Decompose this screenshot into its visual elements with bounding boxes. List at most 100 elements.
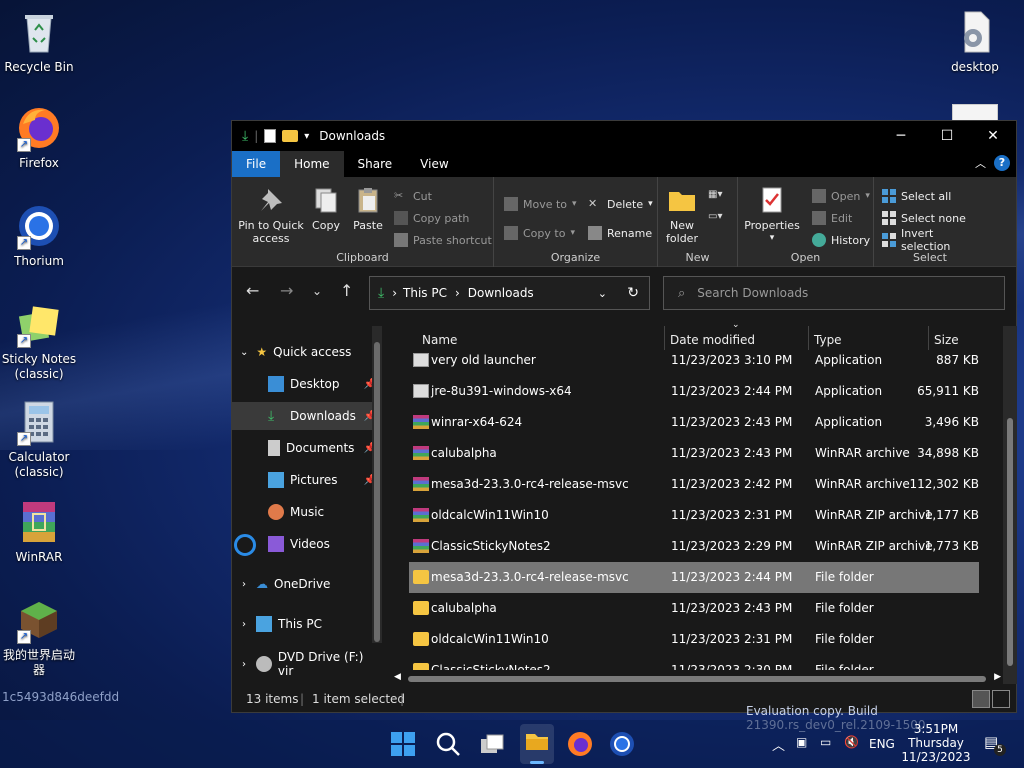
nav-item-pictures[interactable]: Pictures 📌 xyxy=(232,466,382,494)
tab-home[interactable]: Home xyxy=(280,151,344,177)
scrollbar-thumb[interactable] xyxy=(408,676,986,682)
search-icon[interactable] xyxy=(434,730,462,758)
nav-item-downloads[interactable]: ⤓ Downloads 📌 xyxy=(232,402,382,430)
clock[interactable]: 3:51PM Thursday 11/23/2023 xyxy=(900,722,972,764)
file-explorer-window[interactable]: ⤓ | ▾ Downloads ─ ☐ ✕ File Home Share Vi… xyxy=(231,120,1017,713)
move-to-button[interactable]: Move to ▾ xyxy=(504,195,577,213)
minimize-button[interactable]: ─ xyxy=(878,121,924,151)
nav-item-desktop[interactable]: Desktop 📌 xyxy=(232,370,382,398)
rename-button[interactable]: Rename xyxy=(588,224,652,242)
scroll-right-icon[interactable]: ▶ xyxy=(994,672,1001,682)
nav-quick-access[interactable]: ⌄ ★ Quick access xyxy=(232,338,382,366)
show-hidden-icons-chevron[interactable]: ︿ xyxy=(772,735,785,754)
pin-quick-access-button[interactable]: Pin to Quick access xyxy=(238,185,304,245)
desktop-icon-sticky-notes[interactable]: ↗ Sticky Notes (classic) xyxy=(1,300,77,382)
file-row[interactable]: mesa3d-23.3.0-rc4-release-msvc 11/23/2023… xyxy=(409,469,979,500)
file-list-scrollbar[interactable] xyxy=(1003,326,1017,684)
maximize-button[interactable]: ☐ xyxy=(924,121,970,151)
file-row[interactable]: calubalpha 11/23/2023 2:43 PM File folder xyxy=(409,593,979,624)
breadcrumb-this-pc[interactable]: This PC xyxy=(403,286,447,300)
nav-pane-scrollbar[interactable] xyxy=(372,326,382,643)
new-folder-icon[interactable] xyxy=(282,130,299,142)
delete-button[interactable]: ✕ Delete ▾ xyxy=(588,195,653,213)
desktop-icon-recycle-bin[interactable]: Recycle Bin xyxy=(1,8,77,75)
address-dropdown-icon[interactable]: ⌄ xyxy=(598,287,607,300)
desktop-icon-firefox[interactable]: ↗ Firefox xyxy=(1,104,77,171)
tab-view[interactable]: View xyxy=(406,151,462,177)
file-row[interactable]: very old launcher 11/23/2023 3:10 PM Appli… xyxy=(409,345,979,376)
desktop-icon-winrar[interactable]: WinRAR xyxy=(1,498,77,565)
camera-icon[interactable]: ▣ xyxy=(796,735,807,749)
cut-button[interactable]: ✂ Cut xyxy=(394,187,432,205)
horizontal-scrollbar[interactable]: ◀ ▶ xyxy=(392,670,1003,686)
select-none-button[interactable]: Select none xyxy=(882,209,966,227)
volume-muted-icon[interactable]: 🔇 xyxy=(844,735,859,749)
documents-icon xyxy=(268,440,280,456)
language-indicator[interactable]: ENG xyxy=(869,737,895,751)
nav-item-music[interactable]: Music xyxy=(232,498,382,526)
copy-to-icon xyxy=(504,226,518,240)
properties-button[interactable]: Properties ▾ xyxy=(744,185,800,245)
new-folder-button[interactable]: New folder xyxy=(662,185,702,245)
new-item-icon[interactable]: ▦▾ xyxy=(708,189,722,200)
file-row[interactable]: jre-8u391-windows-x64 11/23/2023 2:44 PM A… xyxy=(409,376,979,407)
tab-share[interactable]: Share xyxy=(344,151,407,177)
onedrive-desktop-icon[interactable] xyxy=(234,534,256,556)
firefox-taskbar-icon[interactable] xyxy=(566,730,594,758)
desktop-icon-calculator[interactable]: ↗ Calculator (classic) xyxy=(1,398,77,480)
scrollbar-thumb[interactable] xyxy=(1007,418,1013,666)
thorium-taskbar-icon[interactable] xyxy=(608,730,636,758)
download-arrow-icon[interactable]: ⤓ xyxy=(242,128,248,144)
forward-arrow-icon[interactable]: → xyxy=(280,281,293,300)
help-icon[interactable]: ? xyxy=(994,155,1010,171)
delete-x-icon: ✕ xyxy=(588,197,598,210)
easy-access-icon[interactable]: ▭▾ xyxy=(708,211,722,222)
invert-selection-button[interactable]: Invert selection xyxy=(882,227,986,253)
file-row[interactable]: winrar-x64-624 11/23/2023 2:43 PM Applicat… xyxy=(409,407,979,438)
file-size: 887 KB xyxy=(936,353,979,367)
recent-locations-chevron-icon[interactable]: ⌄ xyxy=(312,284,322,298)
file-row[interactable]: mesa3d-23.3.0-rc4-release-msvc 11/23/2023… xyxy=(409,562,979,593)
customize-dropdown-icon[interactable]: ▾ xyxy=(304,131,309,142)
scroll-left-icon[interactable]: ◀ xyxy=(394,672,401,682)
file-row[interactable]: oldcalcWin11Win10 11/23/2023 2:31 PM WinRA… xyxy=(409,500,979,531)
file-row[interactable]: ClassicStickyNotes2 11/23/2023 2:29 PM Win… xyxy=(409,531,979,562)
select-all-button[interactable]: Select all xyxy=(882,187,951,205)
up-arrow-icon[interactable]: ↑ xyxy=(340,281,353,300)
breadcrumb-downloads[interactable]: Downloads xyxy=(468,286,534,300)
edit-button[interactable]: Edit xyxy=(812,209,852,227)
task-view-icon[interactable] xyxy=(478,730,506,758)
paste-button[interactable]: Paste xyxy=(348,185,388,232)
close-button[interactable]: ✕ xyxy=(970,121,1016,151)
nav-dvd-drive[interactable]: › DVD Drive (F:) vir xyxy=(232,650,382,678)
paste-shortcut-button[interactable]: Paste shortcut xyxy=(394,231,492,249)
desktop-icon-minecraft-launcher[interactable]: ↗ 我的世界启动器 xyxy=(1,596,77,678)
desktop-icon-thorium[interactable]: ↗ Thorium xyxy=(1,202,77,269)
title-bar[interactable]: ⤓ | ▾ Downloads ─ ☐ ✕ xyxy=(232,121,1016,151)
file-explorer-taskbar-icon[interactable] xyxy=(520,724,554,764)
start-button[interactable] xyxy=(389,730,417,758)
address-bar[interactable]: ⤓ › This PC › Downloads ⌄ ↻ xyxy=(369,276,650,310)
desktop-icon-desktop-file[interactable]: desktop xyxy=(937,8,1013,75)
history-button[interactable]: History xyxy=(812,231,870,249)
tab-file[interactable]: File xyxy=(232,151,281,177)
copy-button[interactable]: Copy xyxy=(306,185,346,232)
nav-item-documents[interactable]: Documents 📌 xyxy=(232,434,382,462)
copy-to-button[interactable]: Copy to ▾ xyxy=(504,224,575,242)
nav-item-label: Desktop xyxy=(290,377,340,391)
nav-onedrive[interactable]: › ☁ OneDrive xyxy=(232,570,382,598)
copy-path-button[interactable]: Copy path xyxy=(394,209,469,227)
open-button[interactable]: Open ▾ xyxy=(812,187,870,205)
scrollbar-thumb[interactable] xyxy=(374,342,380,642)
refresh-icon[interactable]: ↻ xyxy=(627,285,639,301)
network-icon[interactable]: ▭ xyxy=(820,735,831,749)
selection-count: 1 item selected xyxy=(312,692,406,706)
properties-check-icon[interactable] xyxy=(264,129,277,143)
file-row[interactable]: calubalpha 11/23/2023 2:43 PM WinRAR archi… xyxy=(409,438,979,469)
minecraft-icon: ↗ xyxy=(15,596,63,644)
back-arrow-icon[interactable]: ← xyxy=(246,281,259,300)
file-row[interactable]: oldcalcWin11Win10 11/23/2023 2:31 PM File … xyxy=(409,624,979,655)
collapse-ribbon-icon[interactable]: ︿ xyxy=(975,155,986,171)
search-box[interactable]: ⌕ Search Downloads xyxy=(663,276,1005,310)
nav-this-pc[interactable]: › This PC xyxy=(232,610,382,638)
